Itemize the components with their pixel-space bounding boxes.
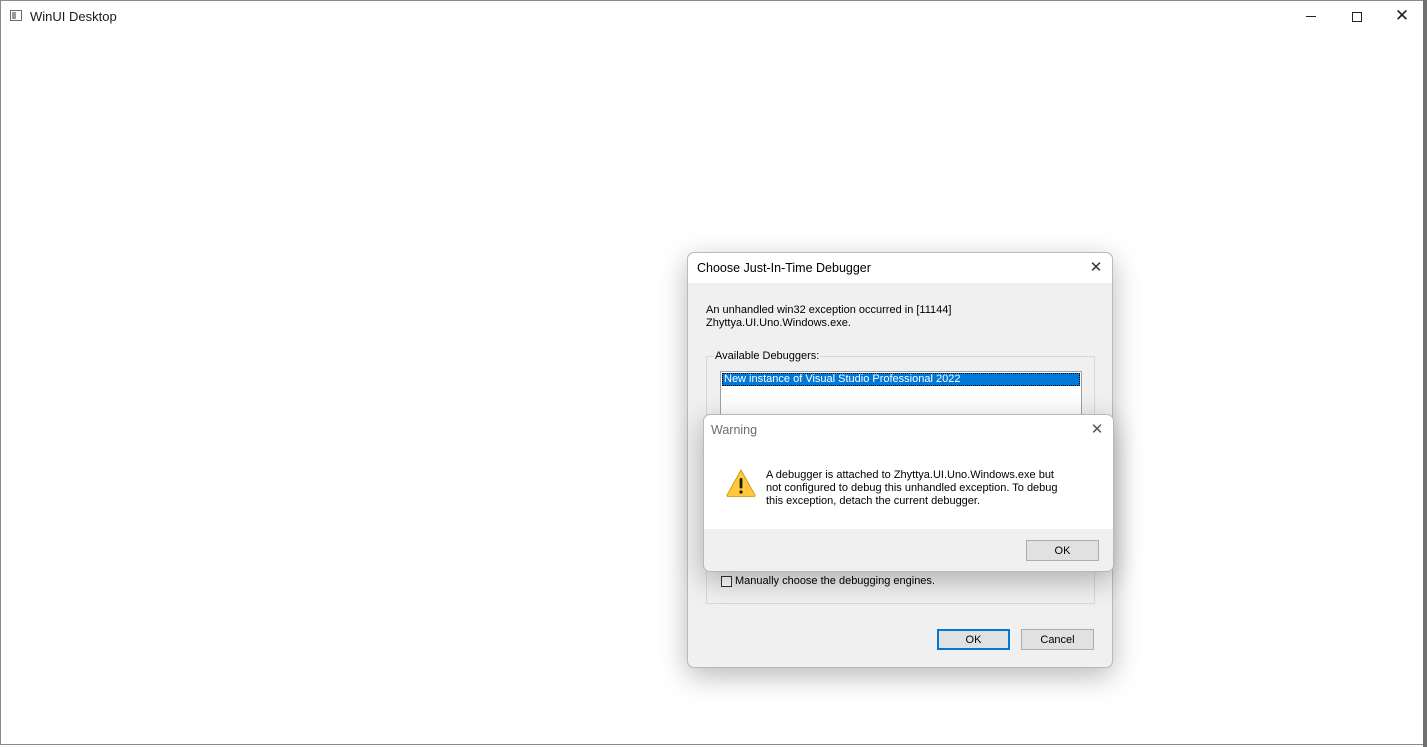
close-icon: ✕: [1090, 420, 1104, 438]
debuggers-listbox[interactable]: New instance of Visual Studio Profession…: [720, 371, 1082, 419]
debugger-list-item[interactable]: New instance of Visual Studio Profession…: [722, 373, 1080, 386]
manual-engines-label: Manually choose the debugging engines.: [735, 575, 935, 587]
close-icon: ✕: [1394, 6, 1410, 26]
app-icon: [10, 10, 22, 21]
jit-dialog-close-button[interactable]: ✕: [1086, 257, 1106, 277]
jit-message-line1: An unhandled win32 exception occurred in…: [706, 304, 952, 316]
warning-message-line2: not configured to debug this unhandled e…: [766, 482, 1058, 494]
warning-message-line1: A debugger is attached to Zhyttya.UI.Uno…: [766, 469, 1054, 481]
warning-title: Warning: [711, 423, 758, 437]
window-titlebar[interactable]: WinUI Desktop ✕: [1, 1, 1424, 32]
manual-engines-checkbox[interactable]: [721, 575, 732, 587]
warning-dialog: Warning ✕ A debugger is attached to Zhyt…: [703, 414, 1114, 572]
warning-close-button[interactable]: ✕: [1087, 419, 1107, 439]
jit-message-line2: Zhyttya.UI.Uno.Windows.exe.: [706, 317, 851, 329]
minimize-button[interactable]: [1288, 1, 1334, 32]
close-icon: ✕: [1089, 258, 1103, 276]
minimize-icon: [1306, 16, 1316, 17]
warning-ok-button[interactable]: OK: [1026, 540, 1099, 561]
jit-ok-button[interactable]: OK: [937, 629, 1010, 650]
available-debuggers-label: Available Debuggers:: [714, 350, 821, 362]
close-button[interactable]: ✕: [1379, 1, 1425, 32]
window-title: WinUI Desktop: [30, 9, 117, 24]
maximize-button[interactable]: [1334, 1, 1380, 32]
manual-engines-row[interactable]: Manually choose the debugging engines.: [721, 575, 935, 587]
jit-dialog-titlebar[interactable]: Choose Just-In-Time Debugger ✕: [688, 253, 1112, 283]
background-strip: [1423, 0, 1427, 747]
maximize-icon: [1352, 11, 1362, 22]
warning-message-line3: this exception, detach the current debug…: [766, 495, 981, 507]
jit-cancel-button[interactable]: Cancel: [1021, 629, 1094, 650]
warning-icon: [726, 469, 756, 497]
warning-body: Warning ✕ A debugger is attached to Zhyt…: [704, 415, 1113, 529]
jit-dialog-title: Choose Just-In-Time Debugger: [697, 261, 871, 275]
